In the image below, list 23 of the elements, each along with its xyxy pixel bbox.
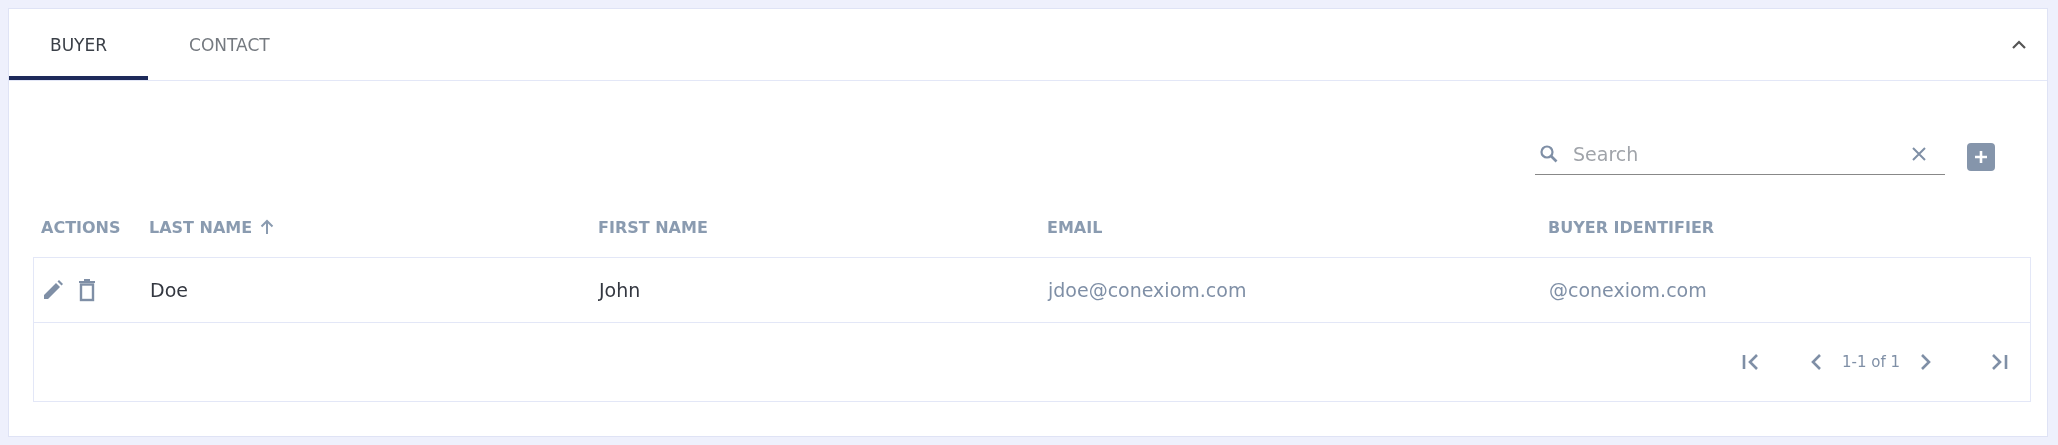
trash-icon[interactable] [78, 278, 96, 302]
pencil-icon[interactable] [42, 279, 64, 301]
sort-arrow-icon[interactable] [260, 219, 275, 235]
column-header[interactable]: LAST NAME [149, 217, 253, 237]
plus-icon[interactable] [1973, 148, 1989, 165]
search-icon [1539, 144, 1559, 164]
collapse-icon[interactable] [2011, 39, 2027, 50]
table-cell-text: John [599, 279, 642, 301]
column-header[interactable]: ACTIONS [41, 217, 121, 237]
column-header[interactable]: EMAIL [1047, 217, 1103, 237]
previous-page-icon[interactable] [1809, 353, 1822, 371]
table-cell-text: @conexiom.com [1549, 279, 1708, 301]
next-page-icon[interactable] [1920, 353, 1932, 371]
clear-icon[interactable] [1911, 146, 1927, 162]
add-button[interactable] [1967, 142, 1995, 171]
page-range: 1-1 of 1 [1841, 353, 1900, 371]
search-field[interactable]: Search [1535, 138, 1945, 175]
table-cell-text: jdoe@conexiom.com [1048, 279, 1248, 301]
tab[interactable]: CONTACT [148, 9, 311, 80]
column-header[interactable]: FIRST NAME [598, 217, 708, 237]
tab[interactable]: BUYER [9, 9, 149, 80]
column-header[interactable]: BUYER IDENTIFIER [1548, 217, 1715, 237]
table-cell-text: Doe [150, 279, 189, 301]
